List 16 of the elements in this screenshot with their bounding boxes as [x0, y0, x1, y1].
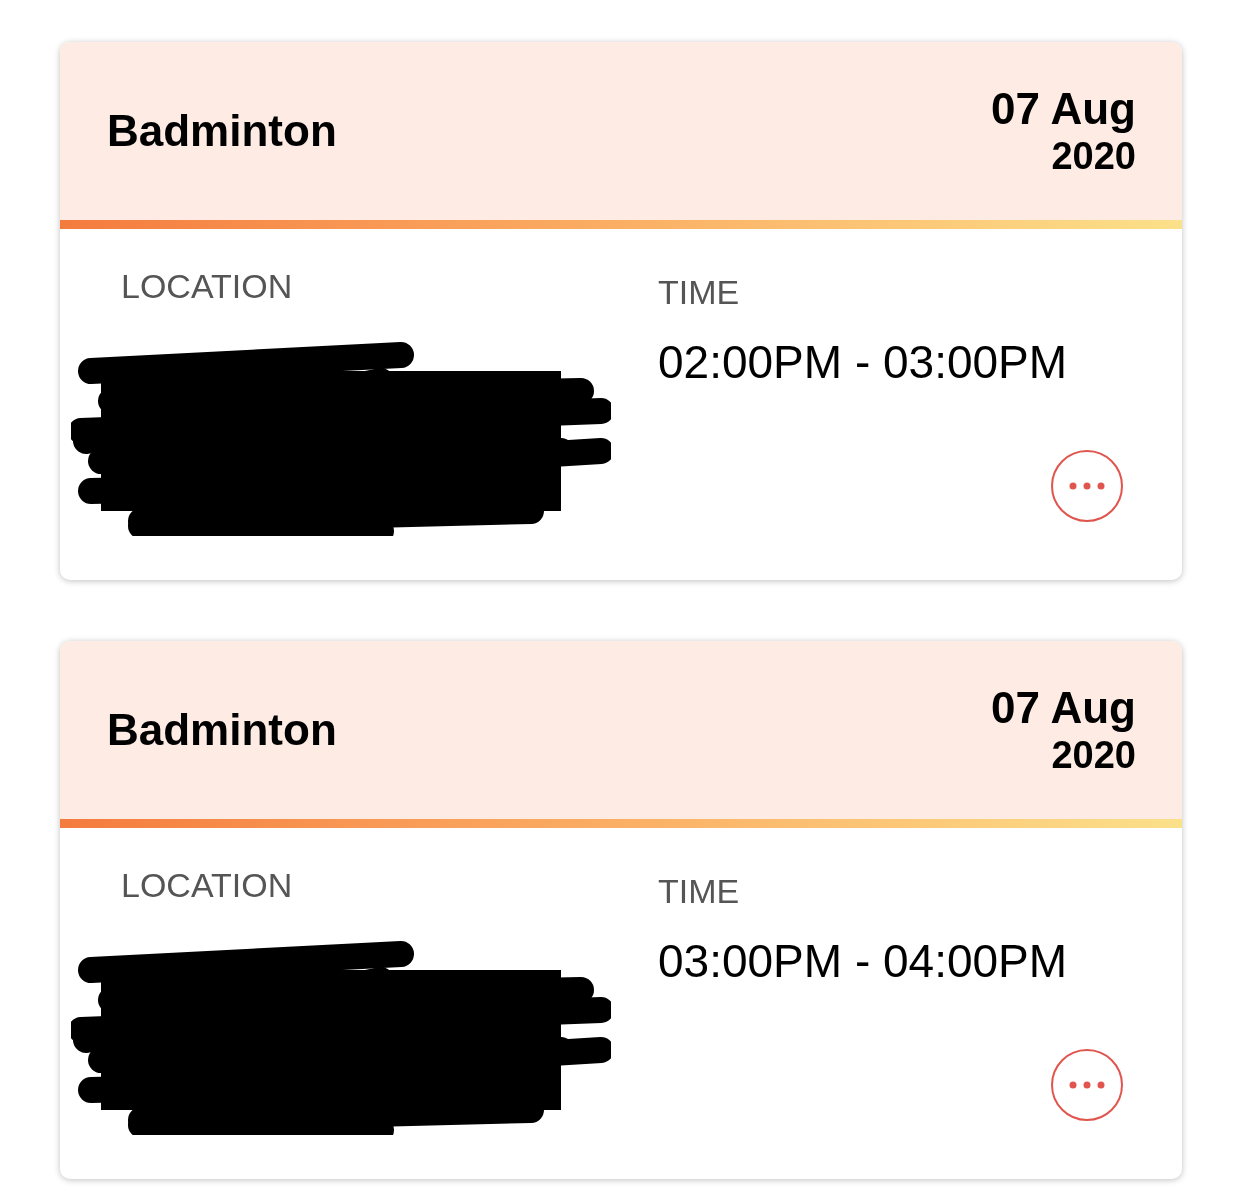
more-icon: [1067, 482, 1107, 490]
time-label: TIME: [658, 874, 741, 908]
date-text: 07 Aug: [990, 686, 1136, 730]
sport-title: Badminton: [107, 704, 337, 756]
year-text: 2020: [1051, 137, 1136, 175]
location-label: LOCATION: [121, 868, 294, 902]
time-range: 02:00PM - 03:00PM: [658, 339, 1068, 385]
sport-title: Badminton: [107, 105, 337, 157]
year-text: 2020: [1051, 736, 1136, 774]
more-button[interactable]: [1051, 1049, 1123, 1121]
time-label: TIME: [658, 275, 741, 309]
date-text: 07 Aug: [990, 87, 1136, 131]
more-button[interactable]: [1051, 450, 1123, 522]
more-icon: [1067, 1081, 1107, 1089]
location-label: LOCATION: [121, 269, 294, 303]
time-range: 03:00PM - 04:00PM: [658, 938, 1068, 984]
